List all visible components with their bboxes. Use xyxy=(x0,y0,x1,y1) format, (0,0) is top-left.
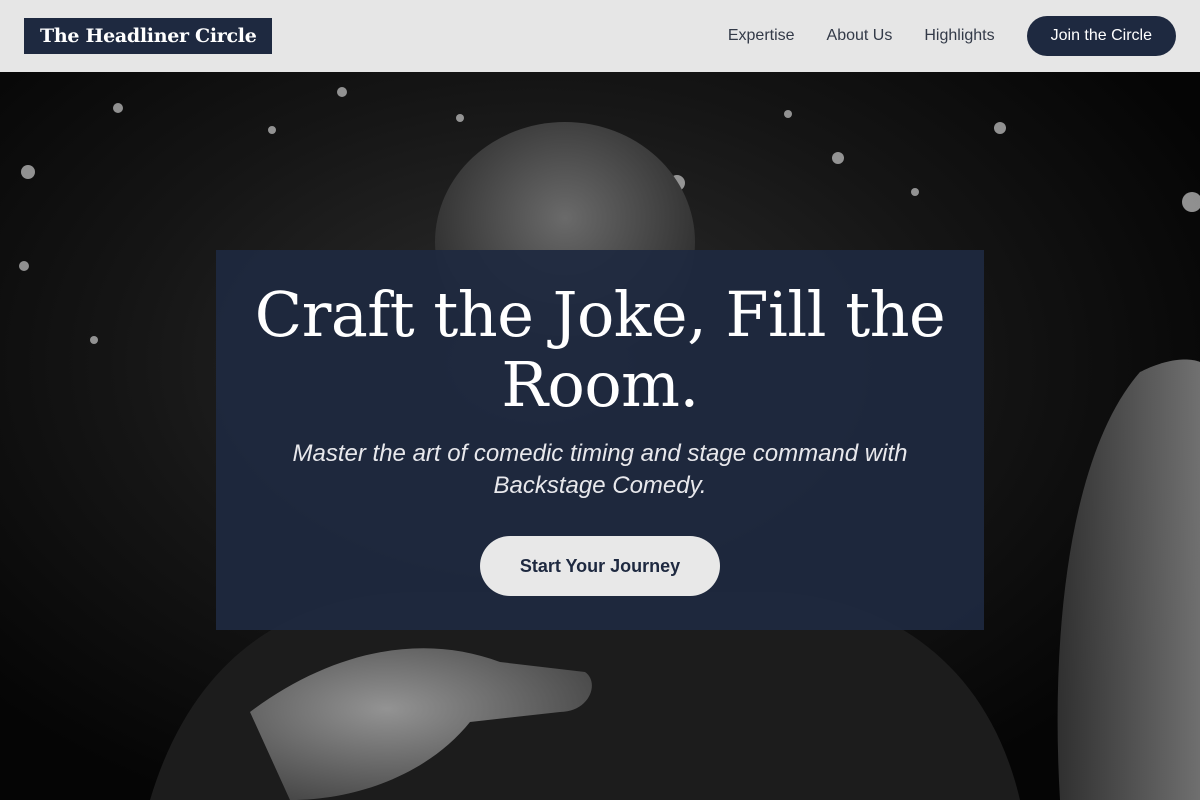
hero-title-line-2: Room. xyxy=(501,348,699,421)
site-logo[interactable]: The Headliner Circle xyxy=(24,18,273,54)
hero-card: Craft the Joke, Fill the Room. Master th… xyxy=(216,250,984,630)
start-your-journey-button[interactable]: Start Your Journey xyxy=(479,536,721,596)
nav-link-about-us[interactable]: About Us xyxy=(827,27,893,45)
site-header: The Headliner Circle Expertise About Us … xyxy=(0,0,1200,72)
hero-subtitle: Master the art of comedic timing and sta… xyxy=(292,440,908,499)
hero-title: Craft the Joke, Fill the Room. xyxy=(240,280,960,420)
nav-link-expertise[interactable]: Expertise xyxy=(728,27,795,45)
nav-link-highlights[interactable]: Highlights xyxy=(924,27,994,45)
hero-section: Craft the Joke, Fill the Room. Master th… xyxy=(0,72,1200,800)
main-nav: Expertise About Us Highlights Join the C… xyxy=(728,16,1176,56)
hero-title-line-1: Craft the Joke, Fill the xyxy=(254,278,946,351)
join-the-circle-button[interactable]: Join the Circle xyxy=(1026,16,1176,56)
